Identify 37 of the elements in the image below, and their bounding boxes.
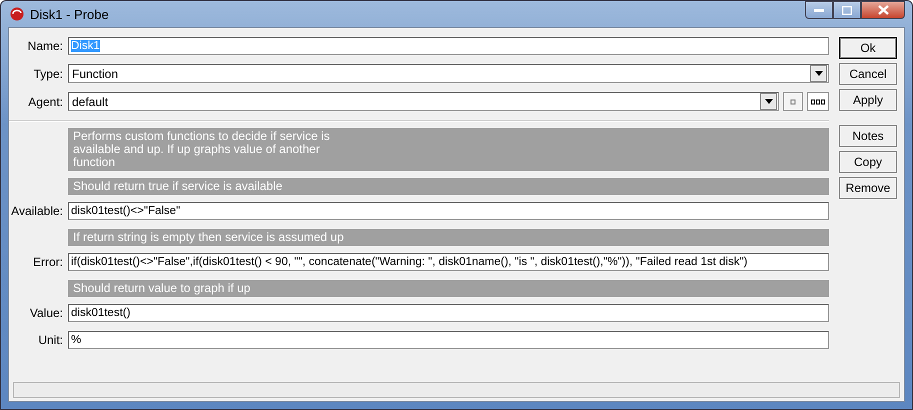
dropdown[interactable]: Function [68,64,829,83]
hint-text: If return string is empty then service is assumed up [68,229,829,246]
hint-text: Performs custom functions to decide if service is available and up. If up graphs value of another function [68,128,829,171]
field-label: Error: [32,255,64,269]
hint-text: Should return value to graph if up [68,280,829,297]
dialog-button[interactable]: Remove [839,177,897,199]
maximize-button[interactable] [833,1,861,19]
text-field[interactable]: disk01test()<>"False" [68,202,829,220]
close-icon [878,5,888,15]
close-button[interactable] [861,1,905,19]
field-label: Agent: [27,94,64,108]
maximize-icon [842,6,852,14]
text-field[interactable]: if(disk01test()<>"False",if(disk01test() < 90, "", concatenate("Warning: ", disk01name(), "is ", disk01test(),"%")), "Failed read 1st disk") [68,253,829,271]
hint-text: Should return true if service is available [68,178,829,195]
text-field[interactable]: disk01test() [68,304,829,322]
text-field[interactable]: % [68,331,829,349]
more-button[interactable] [807,92,829,111]
field-label: Unit: [37,333,64,347]
window-title: Disk1 - Probe [30,6,109,22]
caret-icon [760,93,777,110]
dialog-button[interactable]: Notes [839,125,897,147]
three-squares-icon [811,98,825,104]
caret-icon [810,65,827,82]
dialog-button[interactable]: Copy [839,151,897,173]
app-icon [10,7,24,21]
field-label: Type: [32,66,64,80]
field-label: Value: [28,306,64,320]
dialog-button[interactable]: Apply [839,89,897,111]
minimize-icon [814,8,824,12]
minimize-button[interactable] [805,1,833,19]
dialog-button[interactable]: Cancel [839,63,897,85]
dropdown[interactable]: default [68,92,779,111]
small-square-button[interactable] [783,92,803,111]
square-icon [790,98,796,104]
field-label: Name: [26,39,64,53]
field-label: Available: [10,204,64,218]
dialog-button[interactable]: Ok [839,37,897,59]
